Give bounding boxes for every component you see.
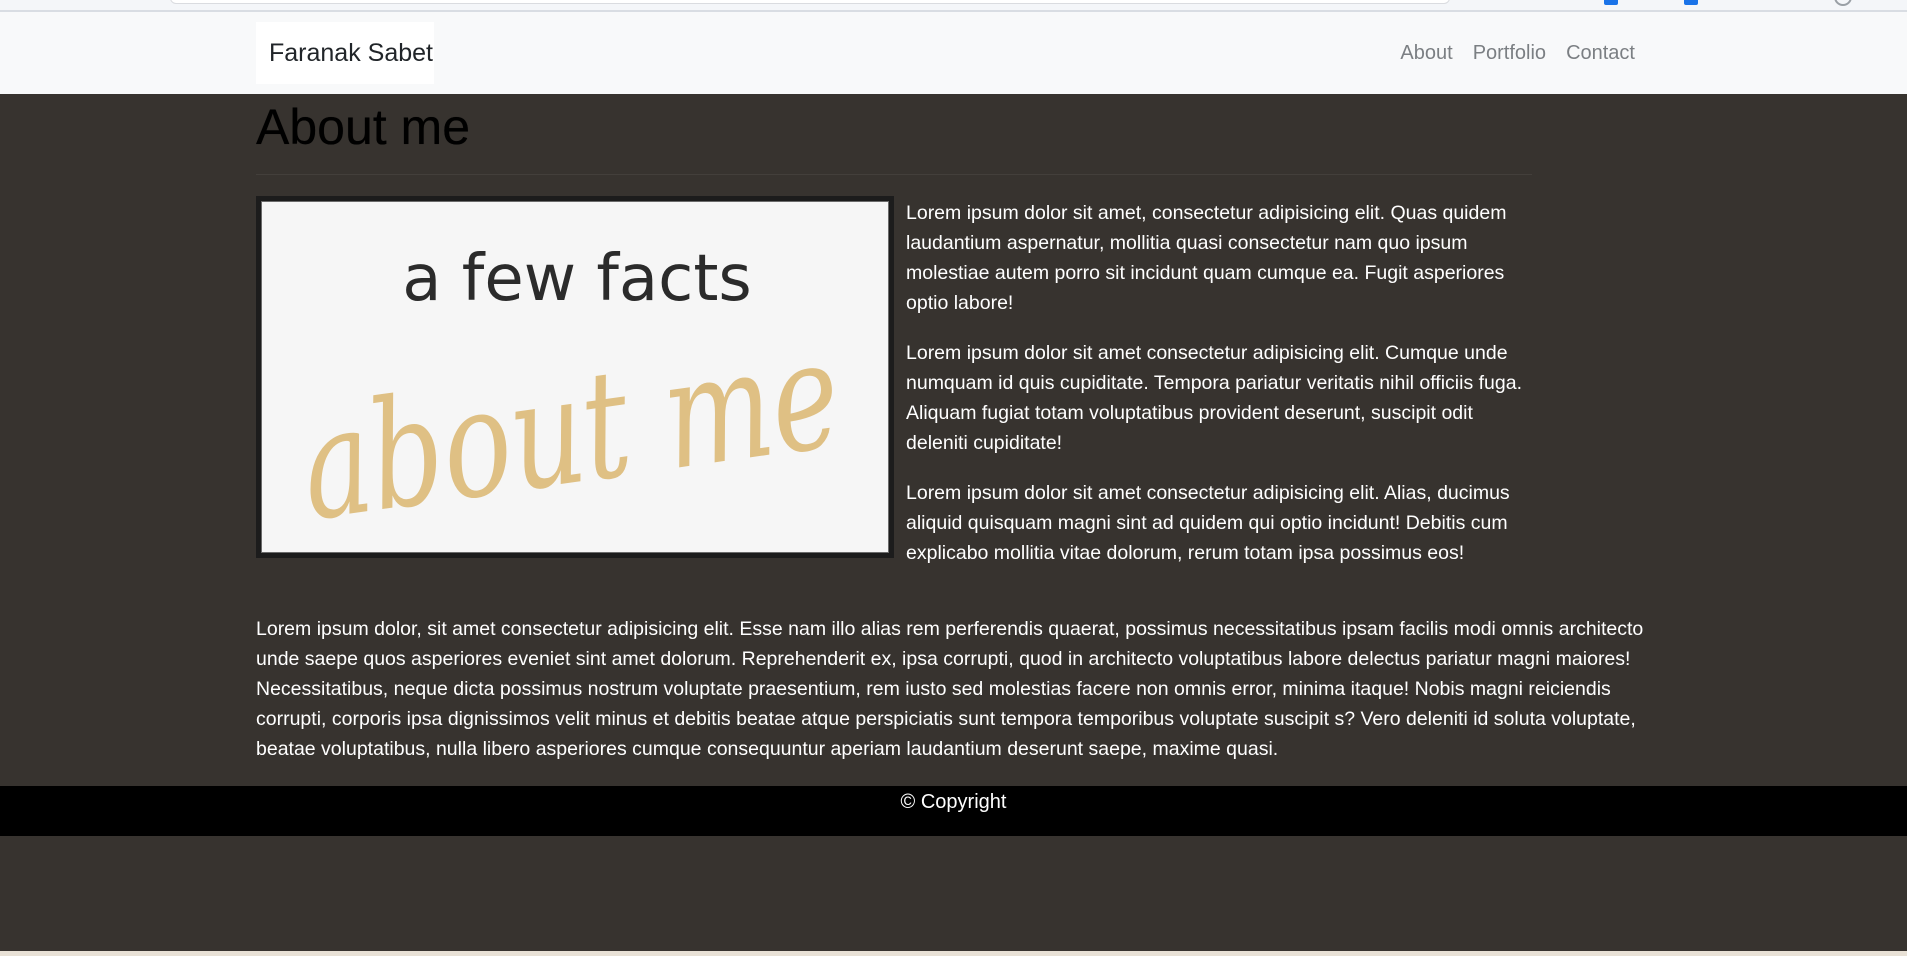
side-paragraph: Lorem ipsum dolor sit amet consectetur a…: [906, 482, 1510, 564]
extension-icon[interactable]: [1684, 0, 1698, 5]
extension-icon[interactable]: [1604, 0, 1618, 5]
page-title: About me: [256, 99, 471, 155]
profile-icon[interactable]: [1834, 0, 1852, 6]
about-image-graphic: a few facts about me: [262, 202, 888, 552]
nav-link-about[interactable]: About: [1390, 42, 1462, 65]
nav-link-contact[interactable]: Contact: [1556, 42, 1635, 65]
title-divider: [256, 174, 1532, 175]
navbar: Faranak Sabet About Portfolio Contact: [0, 12, 1907, 94]
side-text: Lorem ipsum dolor sit amet, consectetur …: [906, 198, 1536, 588]
copyright-text: © Copyright: [900, 791, 1007, 813]
nav-links: About Portfolio Contact: [1390, 42, 1635, 65]
bottom-strip: [0, 951, 1907, 956]
full-width-paragraph: Lorem ipsum dolor, sit amet consectetur …: [256, 618, 1644, 760]
about-image: a few facts about me: [256, 196, 894, 558]
brand-link[interactable]: Faranak Sabet: [256, 22, 434, 84]
nav-link-portfolio[interactable]: Portfolio: [1463, 42, 1556, 65]
side-paragraph: Lorem ipsum dolor sit amet, consectetur …: [906, 202, 1507, 314]
about-image-frame: a few facts about me: [261, 201, 889, 553]
image-caption-line1: a few facts: [402, 242, 752, 316]
browser-address-bar[interactable]: [170, 0, 1450, 4]
footer: © Copyright: [0, 786, 1907, 836]
browser-chrome-strip: [0, 0, 1907, 12]
side-paragraph: Lorem ipsum dolor sit amet consectetur a…: [906, 342, 1523, 454]
